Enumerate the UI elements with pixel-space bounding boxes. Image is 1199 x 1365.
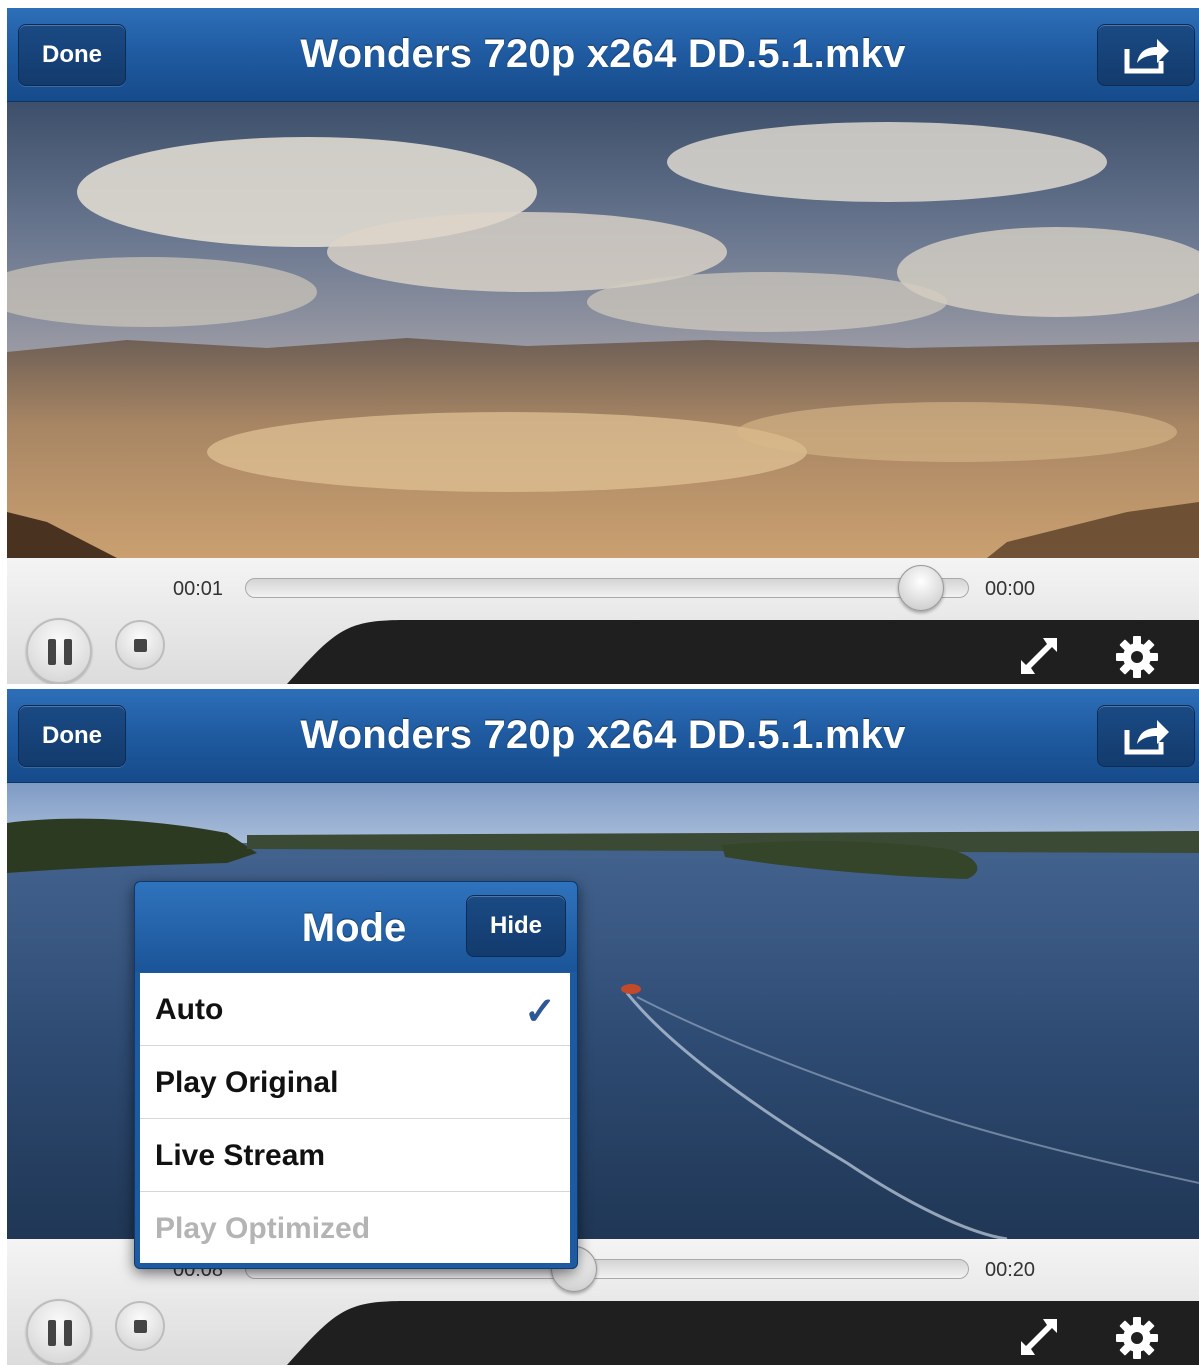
scrubber-track[interactable] [245, 578, 969, 598]
video-frame-desert[interactable] [7, 102, 1199, 558]
stop-icon [134, 639, 147, 652]
fullscreen-icon [1021, 638, 1057, 674]
gear-icon [1116, 1317, 1158, 1359]
video-title: Wonders 720p x264 DD.5.1.mkv [300, 713, 906, 757]
mode-item-label: Play Optimized [155, 1212, 371, 1245]
mode-popover: Mode Hide Auto ✓ Play Original Live Stre… [134, 881, 578, 1269]
fullscreen-icon [1021, 1319, 1057, 1355]
stop-button[interactable] [115, 620, 165, 670]
mode-item-label: Auto [155, 993, 224, 1026]
pause-button[interactable] [26, 1299, 92, 1365]
mode-item-label: Live Stream [155, 1139, 326, 1172]
video-title: Wonders 720p x264 DD.5.1.mkv [300, 32, 906, 76]
hide-button[interactable]: Hide [466, 895, 566, 957]
elapsed-time: 00:01 [173, 578, 224, 600]
checkmark-icon: ✓ [524, 991, 556, 1033]
player-screen-1: Done Wonders 720p x264 DD.5.1.mkv 00:01 … [7, 8, 1199, 684]
mode-item-play-optimized: Play Optimized [140, 1192, 570, 1265]
share-button[interactable] [1097, 24, 1195, 86]
mode-item-label: Play Original [155, 1066, 339, 1099]
player-screen-2: Done Wonders 720p x264 DD.5.1.mkv 00:08 … [7, 689, 1199, 1365]
mode-item-auto[interactable]: Auto ✓ [140, 973, 570, 1046]
fullscreen-button[interactable] [1017, 1315, 1061, 1359]
stop-button[interactable] [115, 1301, 165, 1351]
stop-icon [134, 1320, 147, 1333]
mode-list: Auto ✓ Play Original Live Stream Play Op… [140, 973, 570, 1263]
gear-icon [1116, 636, 1158, 678]
pause-button[interactable] [26, 618, 92, 684]
playback-controls: 00:01 00:00 [7, 558, 1199, 684]
share-button[interactable] [1097, 705, 1195, 767]
settings-button[interactable] [1114, 634, 1160, 680]
fullscreen-button[interactable] [1017, 634, 1061, 678]
share-icon [1124, 720, 1169, 755]
remaining-time: 00:00 [985, 578, 1036, 600]
share-icon [1124, 39, 1169, 74]
settings-button[interactable] [1114, 1315, 1160, 1361]
nav-bar: Done Wonders 720p x264 DD.5.1.mkv [7, 689, 1199, 783]
mode-popover-header: Mode Hide [135, 882, 577, 972]
mode-item-play-original[interactable]: Play Original [140, 1046, 570, 1119]
nav-bar: Done Wonders 720p x264 DD.5.1.mkv [7, 8, 1199, 102]
scrubber-thumb[interactable] [897, 565, 944, 611]
mode-item-live-stream[interactable]: Live Stream [140, 1119, 570, 1192]
remaining-time: 00:20 [985, 1259, 1036, 1281]
